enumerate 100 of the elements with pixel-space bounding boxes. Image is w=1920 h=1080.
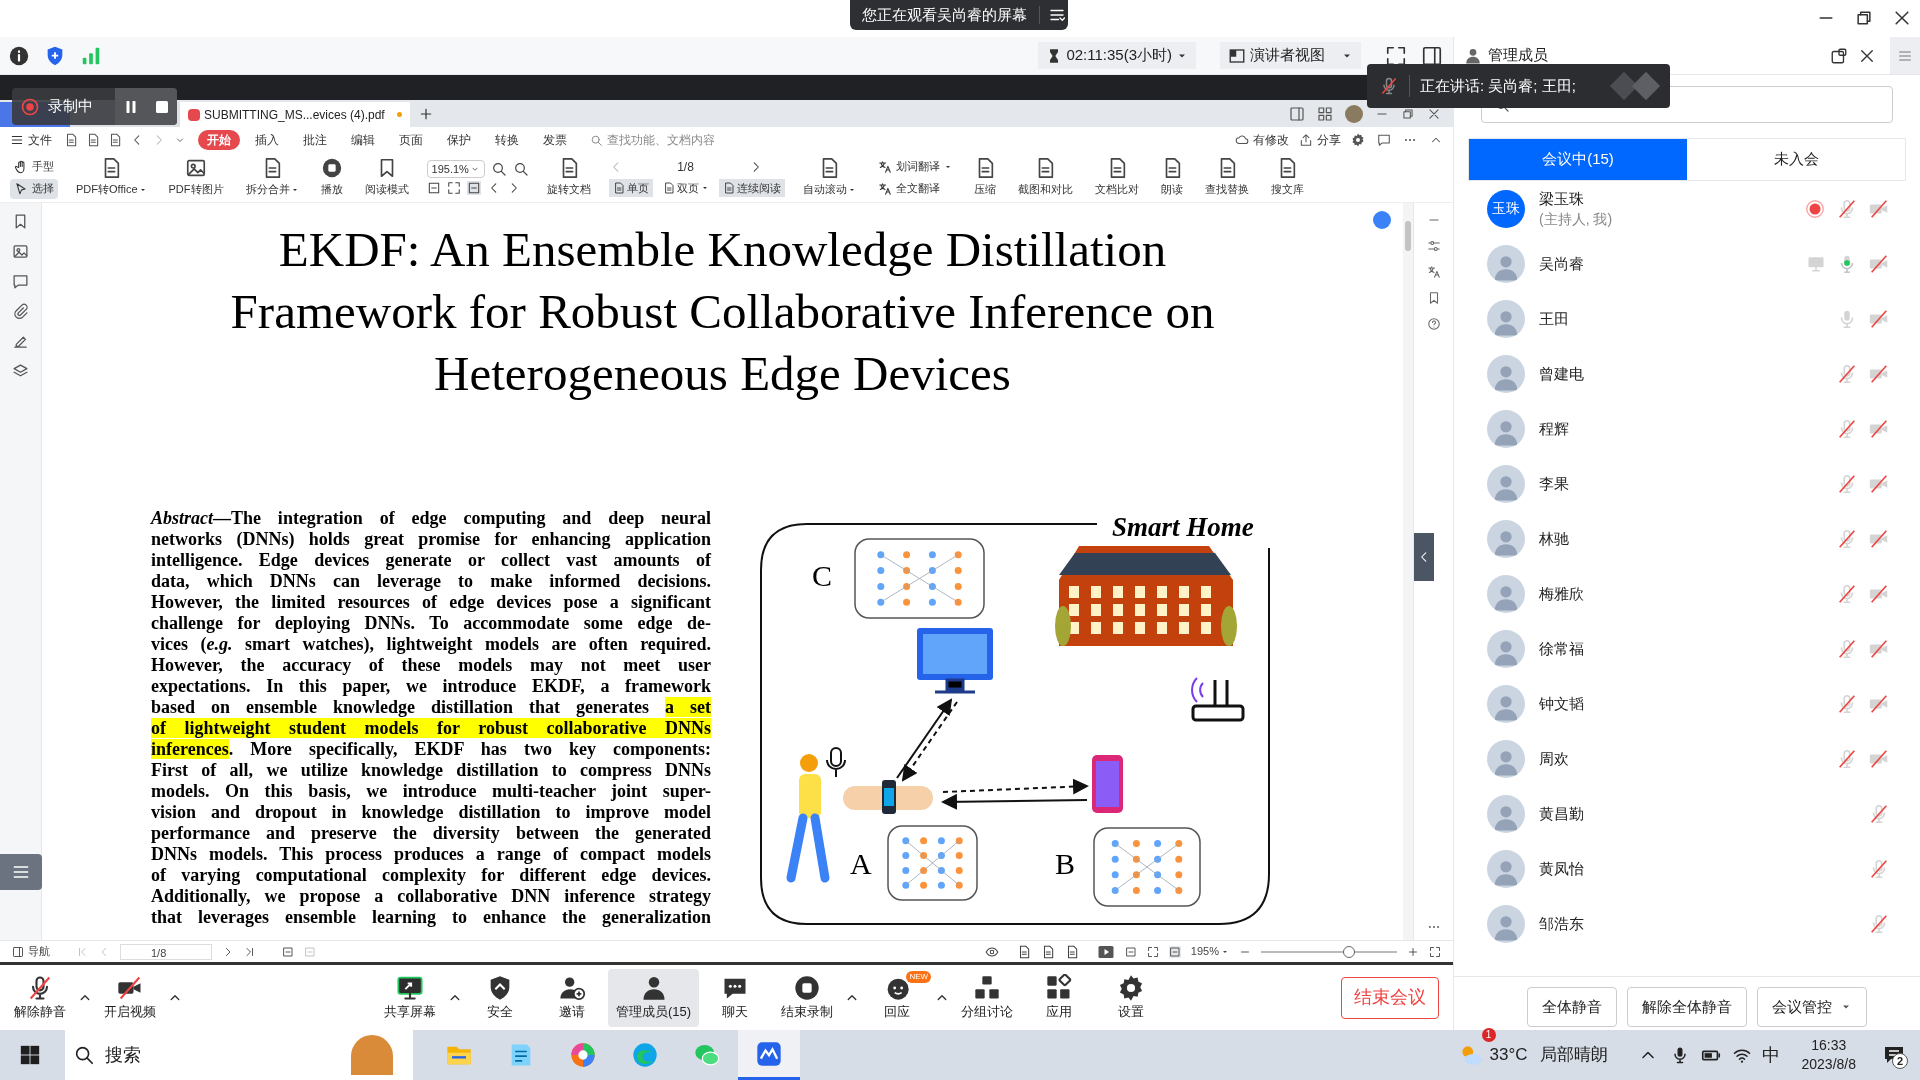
fullscreen-icon[interactable]: [1385, 44, 1407, 67]
toolbar-button[interactable]: 旋转文档: [542, 157, 595, 198]
fit-icon[interactable]: [1124, 945, 1137, 958]
member-tab[interactable]: 会议中(15): [1469, 139, 1687, 180]
end-meeting-button[interactable]: 结束会议: [1341, 976, 1439, 1019]
side-panel-icon[interactable]: [1421, 44, 1443, 67]
help-icon[interactable]: [1426, 317, 1441, 331]
ribbon-tab[interactable]: 转换: [486, 130, 528, 150]
toolbar-button[interactable]: 结束录制: [771, 968, 844, 1027]
view-mode-dropdown[interactable]: 演讲者视图: [1220, 42, 1361, 69]
zoom-field[interactable]: 195.1%: [426, 160, 485, 178]
toolbar-button[interactable]: 播放: [316, 157, 347, 198]
gear-icon[interactable]: [1351, 133, 1365, 147]
eye-icon[interactable]: [984, 944, 999, 959]
microphone-muted-icon[interactable]: [1836, 472, 1858, 495]
ribbon-tab[interactable]: 发票: [534, 130, 576, 150]
toolbar-button[interactable]: 阅读模式: [360, 157, 413, 198]
slider-thumb[interactable]: [1343, 945, 1356, 958]
ribbon-tab[interactable]: 编辑: [342, 130, 384, 150]
info-icon[interactable]: [8, 44, 30, 67]
file-menu[interactable]: 文件: [10, 131, 52, 149]
toolbar-action[interactable]: 有修改: [1235, 131, 1289, 149]
toolbar-button[interactable]: 分组讨论: [951, 968, 1024, 1027]
panel-button[interactable]: 解除全体静音: [1627, 987, 1747, 1027]
popout-icon[interactable]: [1830, 46, 1848, 65]
last-page-icon[interactable]: [244, 945, 256, 958]
print-icon[interactable]: [108, 133, 122, 147]
microphone-muted-icon[interactable]: [1836, 527, 1858, 550]
microphone-muted-icon[interactable]: [1836, 582, 1858, 605]
toolbar-button[interactable]: 划词翻译: [873, 156, 956, 177]
fullscreen-icon[interactable]: [1429, 945, 1441, 958]
expand-icon[interactable]: [1146, 945, 1159, 958]
microphone-muted-icon[interactable]: [1868, 857, 1890, 880]
toolbar-button[interactable]: 截图和对比: [1013, 157, 1077, 198]
toolbar-button[interactable]: 解除静音: [4, 968, 76, 1027]
page-number-field[interactable]: 1/8: [630, 158, 741, 176]
ribbon-tab[interactable]: 开始: [198, 130, 240, 150]
camera-off-icon[interactable]: [1868, 307, 1890, 330]
fit-width-icon[interactable]: [1168, 945, 1181, 958]
sliders-icon[interactable]: [1426, 239, 1441, 253]
toolbar-button[interactable]: 自动滚动: [798, 157, 860, 198]
input-method-indicator[interactable]: 中: [1761, 1041, 1780, 1069]
clock-time[interactable]: 16:33: [1811, 1036, 1847, 1055]
taskbar-app[interactable]: [738, 1030, 800, 1080]
toolbar-button[interactable]: 共享屏幕: [374, 968, 446, 1027]
toolbar-button[interactable]: 安全: [464, 968, 536, 1027]
windows-start-icon[interactable]: [19, 1044, 41, 1066]
meeting-timer[interactable]: 02:11:35(3小时): [1038, 42, 1196, 69]
toolbar-button[interactable]: 管理成员(15): [608, 968, 700, 1027]
microphone-muted-icon[interactable]: [1836, 692, 1858, 715]
attachment-icon[interactable]: [12, 303, 29, 320]
toolbar-button[interactable]: 应用: [1023, 968, 1096, 1027]
toolbar-button[interactable]: 压缩: [969, 157, 1000, 198]
toolbar-button[interactable]: 设置: [1095, 968, 1168, 1027]
camera-off-icon[interactable]: [1868, 747, 1890, 770]
toolbar-button[interactable]: 选择: [10, 178, 58, 199]
toolbar-button[interactable]: 手型: [10, 156, 58, 177]
document-tab[interactable]: SUBMITTING_MS...evices (4).pdf: [180, 102, 410, 127]
ribbon-tab[interactable]: 插入: [246, 130, 288, 150]
microphone-muted-icon[interactable]: [1836, 417, 1858, 440]
toolbar-button[interactable]: 全文翻译: [873, 178, 956, 199]
taskbar-search-field[interactable]: 搜索: [65, 1030, 413, 1080]
toolbar-button[interactable]: 查找替换: [1200, 157, 1253, 198]
camera-off-icon[interactable]: [1868, 692, 1890, 715]
camera-off-icon[interactable]: [1868, 472, 1890, 495]
camera-off-icon[interactable]: [1868, 527, 1890, 550]
zoom-dropdown[interactable]: 195%: [1190, 943, 1229, 960]
camera-off-icon[interactable]: [1868, 197, 1890, 220]
camera-off-icon[interactable]: [1868, 252, 1890, 275]
image-icon[interactable]: [12, 243, 29, 260]
panel-button[interactable]: 会议管控: [1757, 987, 1867, 1027]
zoom-slider[interactable]: [1261, 945, 1397, 958]
ribbon-tab[interactable]: 页面: [390, 130, 432, 150]
toolbar-button[interactable]: 邀请: [536, 968, 608, 1027]
toolbar-button[interactable]: PDF转Office: [72, 157, 151, 198]
view-mode-button[interactable]: 单页: [608, 179, 653, 197]
toolbar-button[interactable]: 搜文库: [1266, 157, 1308, 198]
toolbar-button[interactable]: 拆分合并: [241, 157, 303, 198]
outline-button[interactable]: [0, 854, 42, 890]
ribbon-tab[interactable]: 保护: [438, 130, 480, 150]
toolbar-button[interactable]: 开启视频: [94, 968, 166, 1027]
grid-icon[interactable]: [1317, 106, 1333, 122]
camera-off-icon[interactable]: [1868, 637, 1890, 660]
restore-icon[interactable]: [1401, 107, 1415, 121]
toolbar-button[interactable]: 聊天: [699, 968, 772, 1027]
translate-icon[interactable]: [1426, 265, 1441, 279]
restore-icon[interactable]: [1854, 8, 1874, 28]
view-mode-button[interactable]: 连续阅读: [718, 179, 785, 197]
layout-icon[interactable]: [1289, 106, 1305, 122]
microphone-muted-icon[interactable]: [1836, 637, 1858, 660]
fit-width-icon[interactable]: [466, 181, 481, 195]
page-field[interactable]: 1/8: [120, 943, 212, 960]
toolbar-action[interactable]: 分享: [1299, 131, 1341, 149]
scrollbar-thumb[interactable]: [1405, 221, 1411, 251]
ribbon-tab[interactable]: 批注: [294, 130, 336, 150]
toolbar-button[interactable]: 朗读: [1156, 157, 1187, 198]
zoom-out-icon[interactable]: [490, 161, 507, 177]
folder-icon[interactable]: [64, 133, 78, 147]
panel-button[interactable]: 全体静音: [1527, 987, 1617, 1027]
navigation-toggle[interactable]: 导航: [12, 943, 50, 960]
